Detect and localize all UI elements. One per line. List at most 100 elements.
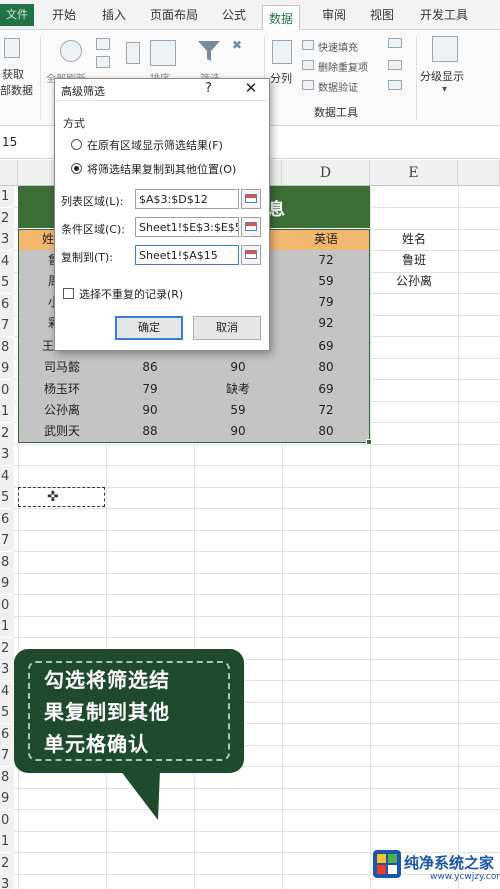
data-validation-icon[interactable] xyxy=(302,80,314,90)
properties-icon[interactable] xyxy=(96,56,110,68)
column-header-e[interactable]: E xyxy=(370,160,458,186)
chevron-down-icon[interactable]: ▾ xyxy=(442,84,447,95)
row-header[interactable]: 6 xyxy=(0,724,14,745)
filter-icon[interactable] xyxy=(196,38,222,64)
option-copy-to-location-label[interactable]: 将筛选结果复制到其他位置(O) xyxy=(87,161,236,177)
help-icon[interactable]: ? xyxy=(205,81,212,96)
tab-insert[interactable]: 插入 xyxy=(102,6,126,30)
connections-icon[interactable] xyxy=(96,38,110,50)
remove-duplicates-label[interactable]: 删除重复项 xyxy=(318,59,368,74)
tab-page-layout[interactable]: 页面布局 xyxy=(150,6,198,30)
row-header[interactable]: 9 xyxy=(0,573,14,594)
sort-az-icon[interactable] xyxy=(126,42,140,64)
tab-data[interactable]: 数据 xyxy=(262,5,301,31)
row-header[interactable]: 1 xyxy=(0,186,14,207)
mode-group-label: 方式 xyxy=(63,117,85,130)
data-validation-label[interactable]: 数据验证 xyxy=(318,79,358,94)
criteria-header-cell[interactable]: 姓名 xyxy=(370,229,458,250)
row-header[interactable]: 7 xyxy=(0,530,14,551)
row-header[interactable]: 5 xyxy=(0,272,14,293)
row-header[interactable]: 0 xyxy=(0,595,14,616)
column-header-f[interactable] xyxy=(458,160,500,186)
unique-records-label[interactable]: 选择不重复的记录(R) xyxy=(79,286,183,302)
sort-dialog-icon[interactable] xyxy=(150,40,176,66)
row-gridline xyxy=(14,508,500,509)
row-header[interactable]: 4 xyxy=(0,466,14,487)
unique-records-checkbox[interactable] xyxy=(63,288,74,299)
tab-review[interactable]: 审阅 xyxy=(322,6,346,30)
option-filter-in-place-label[interactable]: 在原有区域显示筛选结果(F) xyxy=(87,137,223,153)
row-header[interactable]: 2 xyxy=(0,853,14,874)
get-data-label-2[interactable]: 部数据 xyxy=(0,82,33,98)
fill-handle[interactable] xyxy=(366,439,372,445)
cancel-button[interactable]: 取消 xyxy=(193,316,261,340)
ok-button[interactable]: 确定 xyxy=(115,316,183,340)
row-header[interactable]: 3 xyxy=(0,659,14,680)
row-header[interactable]: 6 xyxy=(0,294,14,315)
row-gridline xyxy=(14,530,500,531)
tab-formulas[interactable]: 公式 xyxy=(222,6,246,30)
outline-icon[interactable] xyxy=(432,36,458,62)
tab-home[interactable]: 开始 xyxy=(52,6,76,30)
row-header[interactable]: 6 xyxy=(0,509,14,530)
copy-target-cell[interactable] xyxy=(18,487,105,507)
name-box[interactable]: 15 xyxy=(0,132,42,154)
criteria-range-ref-button[interactable] xyxy=(241,217,261,237)
flash-fill-icon[interactable] xyxy=(302,40,314,50)
criteria-value-cell[interactable]: 鲁班 xyxy=(370,250,458,271)
row-header[interactable]: 8 xyxy=(0,767,14,788)
row-header[interactable]: 9 xyxy=(0,788,14,809)
corner-cell[interactable] xyxy=(0,160,18,186)
row-header[interactable]: 9 xyxy=(0,358,14,379)
criteria-value-cell[interactable]: 公孙离 xyxy=(370,271,458,292)
what-if-icon[interactable] xyxy=(388,60,402,70)
relationships-icon[interactable] xyxy=(388,80,402,90)
callout-text: 勾选将筛选结 果复制到其他 单元格确认 xyxy=(44,664,234,760)
copy-to-ref-button[interactable] xyxy=(241,245,261,265)
row-header[interactable]: 2 xyxy=(0,638,14,659)
row-header[interactable]: 4 xyxy=(0,681,14,702)
radio-copy-to-location[interactable] xyxy=(71,163,82,174)
flash-fill-label[interactable]: 快速填充 xyxy=(318,39,358,54)
row-header[interactable]: 7 xyxy=(0,745,14,766)
consolidate-icon[interactable] xyxy=(388,38,402,48)
row-header[interactable]: 3 xyxy=(0,874,14,889)
dialog-titlebar[interactable]: 高级筛选 ? ✕ xyxy=(55,79,269,101)
remove-duplicates-icon[interactable] xyxy=(302,60,314,70)
column-header-d[interactable]: D xyxy=(282,160,370,186)
row-header[interactable]: 3 xyxy=(0,229,14,250)
row-header[interactable]: 1 xyxy=(0,831,14,852)
text-to-columns-icon[interactable] xyxy=(272,40,292,64)
tab-developer[interactable]: 开发工具 xyxy=(420,6,468,30)
row-header[interactable]: 8 xyxy=(0,337,14,358)
row-header[interactable]: 0 xyxy=(0,810,14,831)
list-range-ref-button[interactable] xyxy=(241,189,261,209)
list-range-input[interactable]: $A$3:$D$12 xyxy=(135,189,239,209)
split-label[interactable]: 分列 xyxy=(270,70,292,86)
row-header[interactable]: 3 xyxy=(0,444,14,465)
row-header[interactable]: 8 xyxy=(0,552,14,573)
row-header[interactable]: 7 xyxy=(0,315,14,336)
file-tab[interactable]: 文件 xyxy=(0,4,34,26)
tab-view[interactable]: 视图 xyxy=(370,6,394,30)
row-header[interactable]: 5 xyxy=(0,702,14,723)
row-header[interactable]: 2 xyxy=(0,208,14,229)
row-header[interactable]: 0 xyxy=(0,380,14,401)
row-header[interactable]: 1 xyxy=(0,616,14,637)
radio-filter-in-place[interactable] xyxy=(71,139,82,150)
row-gridline xyxy=(14,831,500,832)
row-header[interactable]: 4 xyxy=(0,251,14,272)
clear-filter-icon[interactable]: ✖ xyxy=(232,38,246,52)
refresh-icon[interactable] xyxy=(60,40,82,62)
criteria-range-input[interactable]: Sheet1!$E$3:$E$5 xyxy=(135,217,239,237)
row-header[interactable]: 2 xyxy=(0,423,14,444)
get-data-label[interactable]: 获取 xyxy=(2,66,24,82)
row-header[interactable]: 1 xyxy=(0,401,14,422)
range-select-icon xyxy=(245,194,257,203)
get-data-icon[interactable] xyxy=(4,38,20,58)
row-gridline xyxy=(14,637,500,638)
copy-to-input[interactable]: Sheet1!$A$15 xyxy=(135,245,239,265)
close-icon[interactable]: ✕ xyxy=(241,79,261,97)
outline-label[interactable]: 分级显示 xyxy=(420,68,464,84)
row-header[interactable]: 5 xyxy=(0,487,14,508)
